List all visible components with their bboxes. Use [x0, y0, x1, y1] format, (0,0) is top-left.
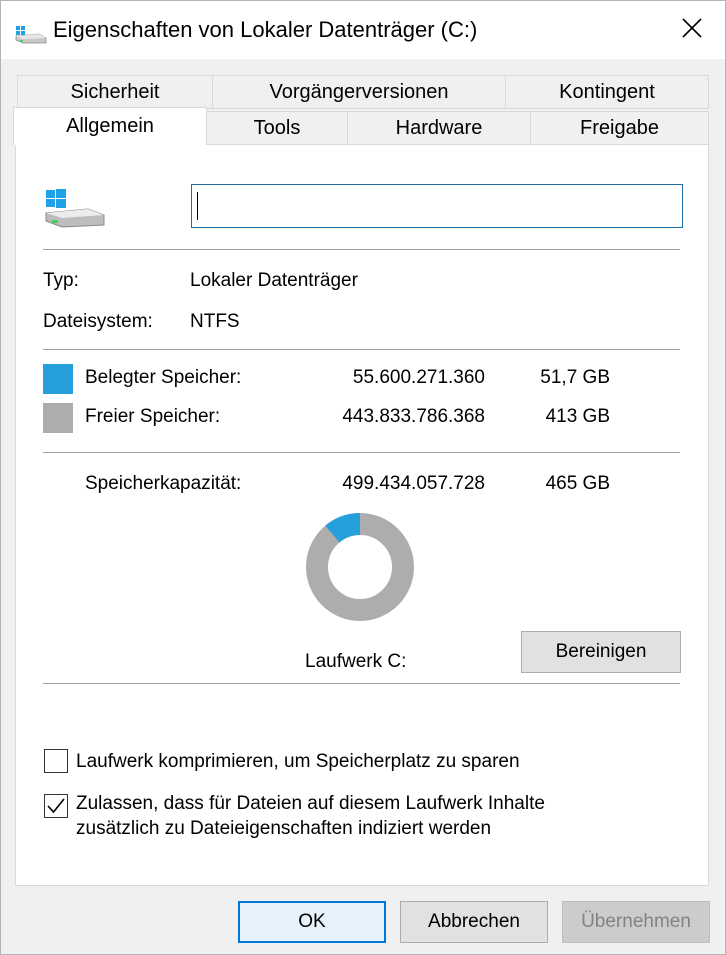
- tab-allgemein[interactable]: Allgemein: [13, 107, 207, 145]
- compress-checkbox[interactable]: [44, 749, 68, 773]
- compress-label: Laufwerk komprimieren, um Speicherplatz …: [76, 751, 520, 772]
- general-panel: Typ: Lokaler Datenträger Dateisystem: NT…: [15, 144, 709, 886]
- tab-kontingent[interactable]: Kontingent: [505, 75, 709, 109]
- used-space-bytes: 55.600.271.360: [352, 367, 485, 388]
- cancel-button[interactable]: Abbrechen: [400, 901, 548, 943]
- tab-label: Hardware: [395, 116, 483, 139]
- drive-label: Laufwerk C:: [305, 651, 407, 672]
- tab-label: Kontingent: [559, 80, 655, 103]
- filesystem-label: Dateisystem:: [43, 311, 153, 332]
- properties-dialog: Eigenschaften von Lokaler Datenträger (C…: [0, 0, 726, 955]
- type-value: Lokaler Datenträger: [190, 270, 358, 291]
- tab-sicherheit[interactable]: Sicherheit: [17, 75, 213, 109]
- tab-tools[interactable]: Tools: [206, 111, 348, 145]
- capacity-bytes: 499.434.057.728: [342, 473, 485, 494]
- tab-vorgaengerversionen[interactable]: Vorgängerversionen: [212, 75, 506, 109]
- apply-button-label: Übernehmen: [581, 911, 691, 932]
- free-space-ring: [306, 513, 414, 621]
- free-space-swatch: [43, 403, 73, 433]
- index-checkbox[interactable]: [44, 794, 68, 818]
- free-space-bytes: 443.833.786.368: [342, 406, 485, 427]
- used-space-swatch: [43, 364, 73, 394]
- used-space-size: 51,7 GB: [540, 367, 610, 388]
- divider: [43, 249, 680, 250]
- cancel-button-label: Abbrechen: [428, 911, 520, 932]
- index-label-line2: zusätzlich zu Dateieigenschaften indizie…: [76, 818, 492, 839]
- tab-label: Sicherheit: [70, 80, 160, 103]
- windows-drive-icon: [44, 187, 106, 236]
- type-label: Typ:: [43, 270, 79, 291]
- divider: [43, 683, 680, 684]
- filesystem-value: NTFS: [190, 311, 240, 332]
- divider: [43, 452, 680, 453]
- drive-icon: [15, 20, 47, 44]
- window-title: Eigenschaften von Lokaler Datenträger (C…: [53, 17, 478, 42]
- tab-label: Vorgängerversionen: [269, 80, 449, 103]
- free-space-label: Freier Speicher:: [85, 406, 221, 427]
- used-space-arc: [325, 513, 361, 543]
- usage-donut-chart: [306, 513, 414, 621]
- capacity-label: Speicherkapazität:: [85, 473, 242, 494]
- close-icon: [682, 17, 702, 43]
- text-caret: [197, 192, 198, 220]
- capacity-size: 465 GB: [545, 473, 610, 494]
- drive-name-input[interactable]: [191, 184, 683, 228]
- divider: [43, 349, 680, 350]
- tab-freigabe[interactable]: Freigabe: [530, 111, 709, 145]
- ok-button[interactable]: OK: [238, 901, 386, 943]
- cleanup-button-label: Bereinigen: [555, 641, 647, 662]
- title-bar: Eigenschaften von Lokaler Datenträger (C…: [1, 1, 725, 59]
- tab-label: Tools: [253, 116, 301, 139]
- ok-button-label: OK: [298, 911, 326, 932]
- tab-label: Allgemein: [66, 115, 154, 137]
- apply-button[interactable]: Übernehmen: [562, 901, 710, 943]
- cleanup-button[interactable]: Bereinigen: [521, 631, 681, 673]
- checkmark-icon: [47, 798, 65, 814]
- tab-hardware[interactable]: Hardware: [347, 111, 531, 145]
- free-space-size: 413 GB: [545, 406, 610, 427]
- close-button[interactable]: [661, 3, 723, 57]
- tab-label: Freigabe: [580, 116, 659, 139]
- used-space-label: Belegter Speicher:: [85, 367, 242, 388]
- index-label-line1: Zulassen, dass für Dateien auf diesem La…: [76, 793, 545, 814]
